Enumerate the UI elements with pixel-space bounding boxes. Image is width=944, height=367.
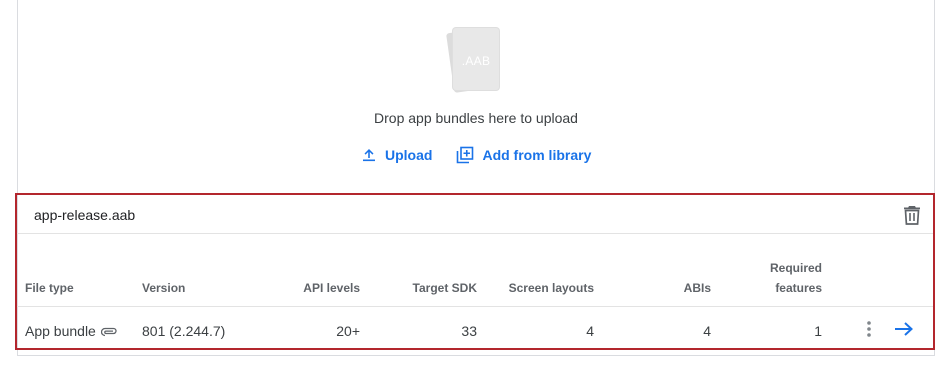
row-divider — [17, 306, 933, 307]
upload-icon — [363, 149, 375, 162]
col-header-screen-layouts: Screen layouts — [508, 281, 594, 295]
col-header-required-features-line2: features — [775, 281, 822, 295]
upload-button[interactable]: Upload — [361, 146, 432, 164]
col-header-required-features-line1: Required — [769, 261, 822, 275]
col-header-file-type: File type — [25, 281, 74, 295]
cell-target-sdk: 33 — [461, 323, 477, 339]
bundle-file-name: app-release.aab — [34, 207, 136, 223]
drop-zone-text: Drop app bundles here to upload — [374, 110, 578, 126]
delete-bundle-button[interactable] — [903, 205, 921, 230]
aab-file-icon: .AAB — [440, 26, 510, 98]
file-type-value: App bundle — [25, 323, 96, 339]
bundle-details-panel: app-release.aab File type Version API le… — [15, 193, 935, 350]
cell-abis: 4 — [703, 323, 711, 339]
open-bundle-details-button[interactable] — [894, 321, 914, 342]
cell-api-levels: 20+ — [336, 323, 360, 339]
add-from-library-label: Add from library — [482, 147, 592, 163]
file-extension-label: .AAB — [461, 54, 491, 68]
col-header-target-sdk: Target SDK — [412, 281, 477, 295]
header-divider — [17, 233, 933, 234]
cell-file-type: App bundle — [25, 322, 118, 341]
upload-label: Upload — [385, 147, 433, 163]
col-header-version: Version — [142, 281, 186, 295]
add-library-icon — [457, 146, 474, 164]
col-header-api-levels: API levels — [303, 281, 360, 295]
cell-screen-layouts: 4 — [586, 323, 594, 339]
cell-required-features: 1 — [814, 323, 822, 339]
more-vertical-icon — [867, 321, 871, 337]
trash-icon — [904, 206, 920, 225]
more-options-button[interactable] — [865, 320, 873, 343]
col-header-abis: ABIs — [683, 281, 711, 295]
cell-version: 801 (2.244.7) — [142, 323, 226, 339]
paperclip-icon — [100, 327, 117, 336]
upload-actions: Upload Add from library — [361, 146, 615, 164]
arrow-right-icon — [895, 322, 913, 336]
add-from-library-button[interactable]: Add from library — [456, 146, 591, 164]
file-front-sheet: .AAB — [453, 28, 499, 90]
